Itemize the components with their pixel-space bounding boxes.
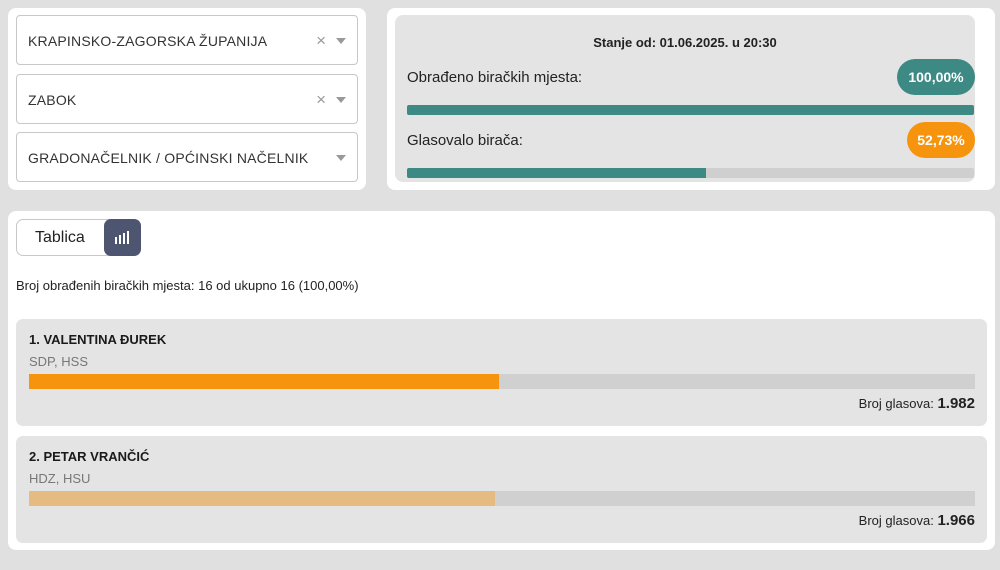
status-box: Stanje od: 01.06.2025. u 20:30 Obrađeno … xyxy=(395,15,975,182)
turnout-label: Glasovalo birača: xyxy=(407,132,523,149)
votes-label: Broj glasova: xyxy=(858,513,934,528)
candidate-party: HDZ, HSU xyxy=(29,471,91,486)
processed-progress-bar xyxy=(407,105,974,115)
processed-badge: 100,00% xyxy=(897,59,975,95)
candidate-vote-bar xyxy=(29,491,975,506)
candidate-card: 2. PETAR VRANČIĆ HDZ, HSU Broj glasova: … xyxy=(16,436,987,543)
votes-count: 1.966 xyxy=(937,512,975,529)
status-panel: Stanje od: 01.06.2025. u 20:30 Obrađeno … xyxy=(387,8,995,190)
filters-panel: KRAPINSKO-ZAGORSKA ŽUPANIJA × ZABOK × GR… xyxy=(8,8,366,190)
turnout-progress-bar xyxy=(407,168,974,178)
results-panel: Tablica Broj obrađenih biračkih mjesta: … xyxy=(8,211,995,550)
candidate-name: 2. PETAR VRANČIĆ xyxy=(29,449,150,464)
candidate-vote-fill xyxy=(29,491,496,506)
city-select-value: ZABOK xyxy=(28,92,77,108)
candidate-card: 1. VALENTINA ĐUREK SDP, HSS Broj glasova… xyxy=(16,319,987,426)
election-type-select[interactable]: GRADONAČELNIK / OPĆINSKI NAČELNIK xyxy=(16,132,358,182)
county-select-value: KRAPINSKO-ZAGORSKA ŽUPANIJA xyxy=(28,33,268,49)
county-select[interactable]: KRAPINSKO-ZAGORSKA ŽUPANIJA × xyxy=(16,15,358,65)
chevron-down-icon[interactable] xyxy=(336,155,346,161)
candidate-name: 1. VALENTINA ĐUREK xyxy=(29,332,167,347)
votes-label: Broj glasova: xyxy=(858,396,934,411)
processed-progress-fill xyxy=(407,105,974,115)
candidate-party: SDP, HSS xyxy=(29,354,89,369)
election-type-value: GRADONAČELNIK / OPĆINSKI NAČELNIK xyxy=(28,150,309,166)
votes-count: 1.982 xyxy=(937,395,975,412)
candidate-votes: Broj glasova: 1.966 xyxy=(859,512,975,529)
chevron-down-icon[interactable] xyxy=(336,38,346,44)
processed-label: Obrađeno biračkih mjesta: xyxy=(407,69,583,86)
turnout-badge: 52,73% xyxy=(907,122,975,158)
city-select[interactable]: ZABOK × xyxy=(16,74,358,124)
candidate-vote-bar xyxy=(29,374,975,389)
processed-summary: Broj obrađenih biračkih mjesta: 16 od uk… xyxy=(16,278,359,293)
candidate-vote-fill xyxy=(29,374,500,389)
table-view-button[interactable]: Tablica xyxy=(35,220,85,256)
turnout-progress-fill xyxy=(407,168,706,178)
view-toggle[interactable]: Tablica xyxy=(16,219,141,256)
clear-city-icon[interactable]: × xyxy=(316,75,326,125)
candidate-votes: Broj glasova: 1.982 xyxy=(859,395,975,412)
status-date: Stanje od: 01.06.2025. u 20:30 xyxy=(593,35,777,50)
chevron-down-icon[interactable] xyxy=(336,97,346,103)
bar-chart-icon[interactable] xyxy=(104,219,141,256)
clear-county-icon[interactable]: × xyxy=(316,16,326,66)
